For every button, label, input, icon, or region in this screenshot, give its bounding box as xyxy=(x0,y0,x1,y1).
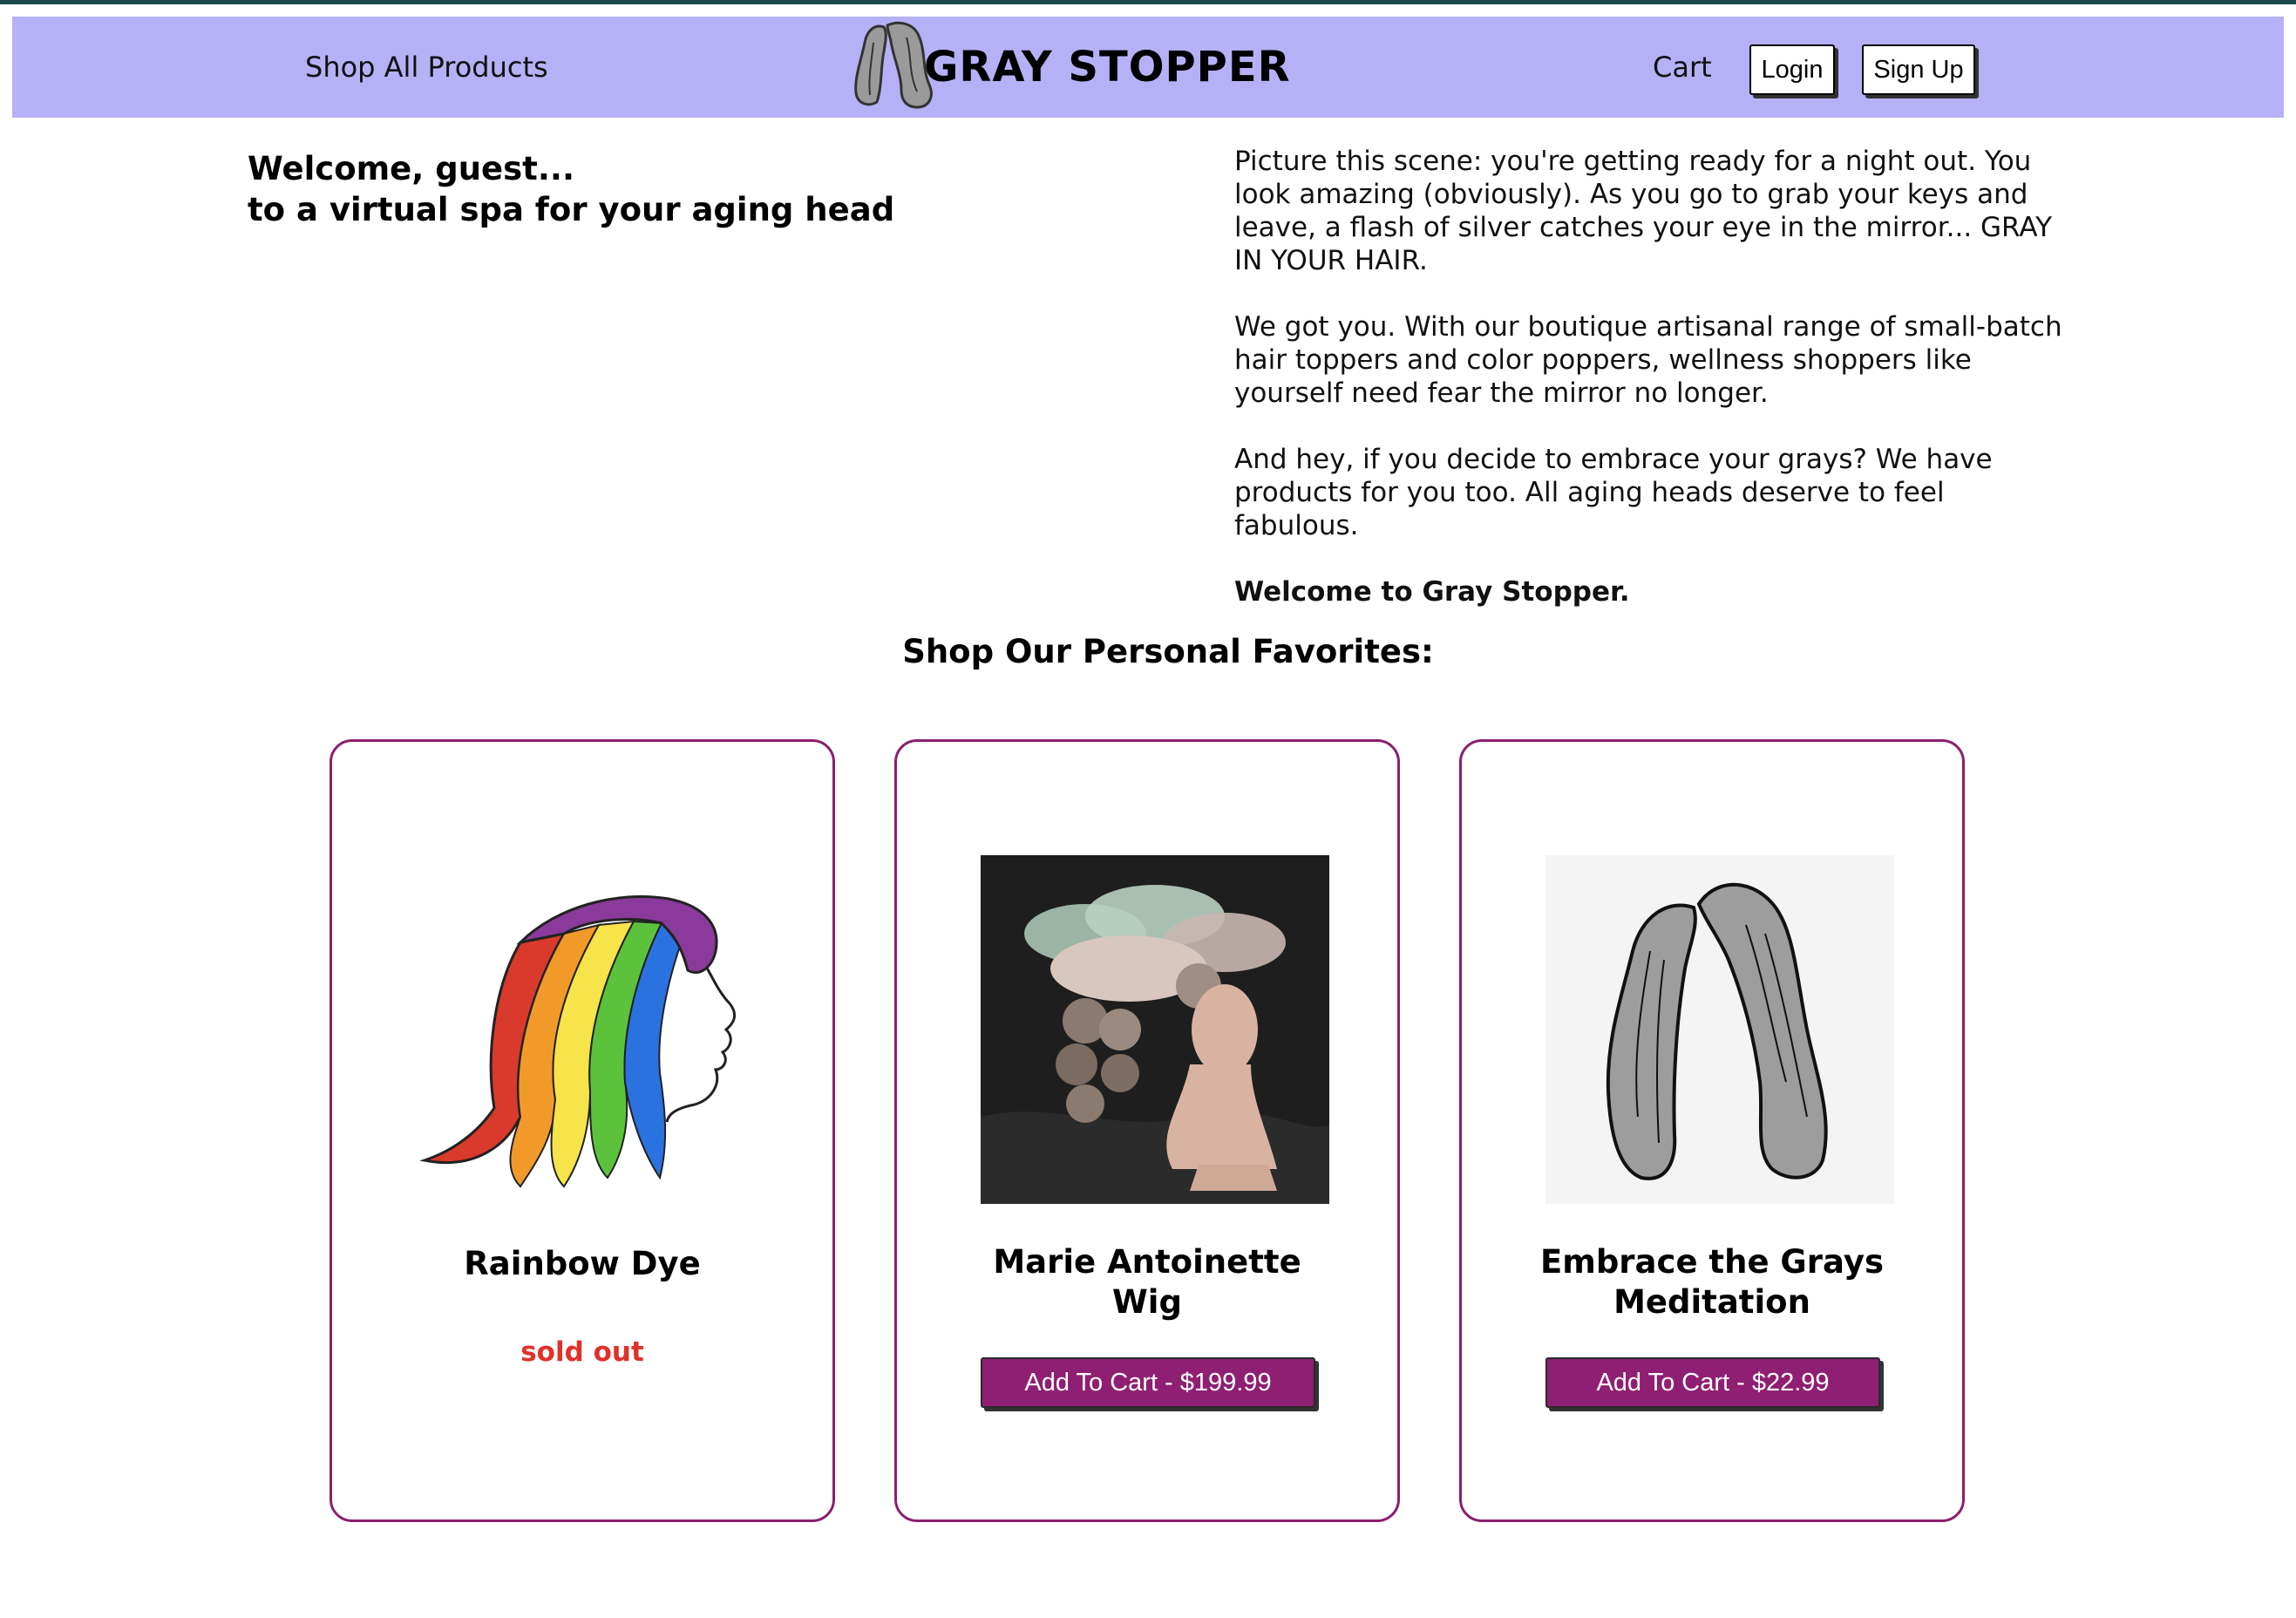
welcome-heading: Welcome, guest... to a virtual spa for y… xyxy=(248,148,894,230)
brand-logo[interactable]: GRAY STOPPER xyxy=(825,17,1291,118)
product-name: Rainbow Dye xyxy=(464,1245,701,1282)
add-to-cart-button[interactable]: Add To Cart - $22.99 xyxy=(1545,1357,1880,1408)
product-name-line-1: Embrace the Grays xyxy=(1539,1243,1885,1281)
navbar: Shop All Products GRAY STOPPER Cart Logi… xyxy=(12,17,2284,118)
welcome-line-2: to a virtual spa for your aging head xyxy=(248,191,895,228)
cart-link[interactable]: Cart xyxy=(1653,17,1712,118)
gray-wig-image xyxy=(1545,855,1894,1204)
sold-out-label: sold out xyxy=(520,1336,644,1368)
intro-paragraph: We got you. With our boutique artisanal … xyxy=(1234,311,2062,409)
favorites-heading: Shop Our Personal Favorites: xyxy=(902,633,1434,670)
intro-paragraph: And hey, if you decide to embrace your g… xyxy=(1234,444,1993,541)
product-card-rainbow-dye[interactable]: Rainbow Dye sold out xyxy=(329,739,835,1522)
welcome-line-1: Welcome, guest... xyxy=(248,150,575,187)
product-name-line-2: Meditation xyxy=(1613,1283,1810,1321)
brand-name: GRAY STOPPER xyxy=(924,43,1291,92)
product-card-marie-antoinette-wig[interactable]: Marie Antoinette Wig Add To Cart - $199.… xyxy=(894,739,1400,1522)
product-name: Embrace the Grays Meditation xyxy=(1462,1242,1962,1322)
signup-button[interactable]: Sign Up xyxy=(1862,44,1975,95)
product-name-line-2: Wig xyxy=(1112,1283,1182,1321)
login-button[interactable]: Login xyxy=(1749,44,1835,95)
shop-all-products-link[interactable]: Shop All Products xyxy=(305,17,548,118)
rainbow-hair-image xyxy=(416,855,764,1204)
product-card-embrace-the-grays[interactable]: Embrace the Grays Meditation Add To Cart… xyxy=(1459,739,1965,1522)
window-top-edge xyxy=(0,0,2296,4)
intro-text: Picture this scene: you're getting ready… xyxy=(1234,145,2071,642)
product-name: Marie Antoinette Wig xyxy=(897,1242,1397,1322)
add-to-cart-button[interactable]: Add To Cart - $199.99 xyxy=(981,1357,1315,1408)
intro-paragraph: Picture this scene: you're getting ready… xyxy=(1234,146,2053,276)
marie-antoinette-wig-image xyxy=(981,855,1329,1204)
intro-closing: Welcome to Gray Stopper. xyxy=(1234,576,1630,608)
product-name-line-1: Marie Antoinette xyxy=(993,1243,1301,1281)
